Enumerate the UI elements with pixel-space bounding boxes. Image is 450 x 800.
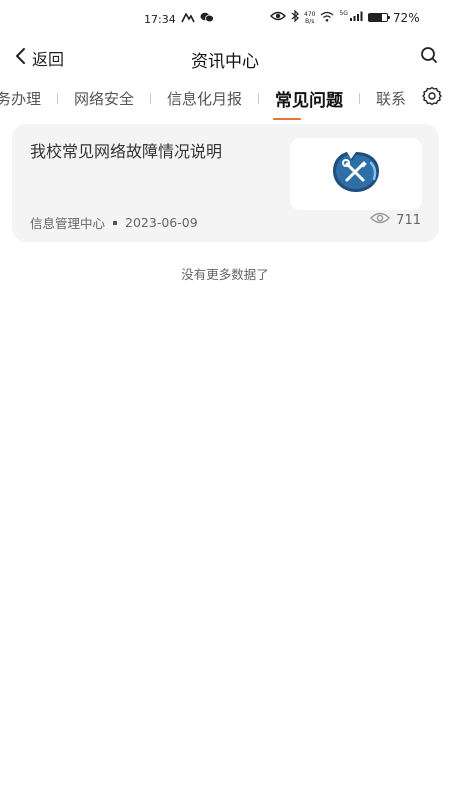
news-meta: 信息管理中心 2023-06-09	[30, 213, 198, 232]
bluetooth-icon	[291, 9, 299, 25]
no-more-data-text: 没有更多数据了	[181, 267, 269, 282]
tab-divider	[258, 92, 260, 104]
news-date: 2023-06-09	[125, 215, 198, 230]
gear-icon	[422, 86, 442, 110]
tab-settings-button[interactable]	[414, 80, 450, 116]
status-time: 17:34	[144, 12, 176, 26]
page-title: 资讯中心	[191, 52, 259, 72]
news-card[interactable]: 我校常见网络故障情况说明 信息管理中心 2023-06-09 711	[12, 124, 439, 242]
wechat-icon	[200, 12, 214, 26]
net-speed-unit: B/s	[305, 17, 315, 25]
battery-level	[368, 14, 382, 21]
news-source: 信息管理中心	[30, 216, 106, 231]
news-title: 我校常见网络故障情况说明	[30, 142, 223, 161]
tab-item[interactable]: 联系	[372, 88, 410, 109]
meta-separator-dot	[113, 220, 118, 225]
news-thumbnail	[290, 138, 422, 210]
tab-divider	[150, 92, 152, 104]
tab-item[interactable]: 务办理	[0, 88, 45, 109]
tab-divider	[359, 92, 361, 104]
link-icon	[180, 11, 195, 26]
search-icon	[420, 47, 438, 68]
net-speed: 470 B/s	[304, 11, 315, 25]
tab-divider	[57, 92, 59, 104]
category-tabs: 务办理 网络安全 信息化月报 常见问题 联系	[0, 80, 450, 120]
views-count: 711	[396, 212, 421, 228]
eye-care-icon	[270, 11, 286, 24]
tools-shield-icon	[329, 149, 383, 199]
net-speed-value: 470	[304, 10, 316, 18]
battery-icon	[367, 13, 390, 22]
status-bar: 17:34 470 B/s 5G 72%	[0, 0, 450, 38]
signal-label: 5G	[339, 10, 348, 17]
wifi-icon	[320, 11, 334, 25]
status-left: 17:34	[144, 11, 214, 26]
search-button[interactable]	[420, 46, 438, 68]
app-header: 返回 资讯中心	[0, 38, 450, 78]
tab-item[interactable]: 信息化月报	[163, 88, 246, 109]
tab-item-active[interactable]: 常见问题	[271, 86, 347, 120]
tabs-track: 务办理 网络安全 信息化月报 常见问题 联系	[0, 80, 410, 120]
tab-item[interactable]: 网络安全	[70, 88, 138, 109]
status-right: 470 B/s 5G 72%	[270, 9, 420, 25]
battery-percent: 72%	[392, 10, 420, 25]
news-views: 711	[370, 212, 421, 228]
signal-icon	[349, 11, 363, 24]
eye-icon	[370, 212, 391, 228]
